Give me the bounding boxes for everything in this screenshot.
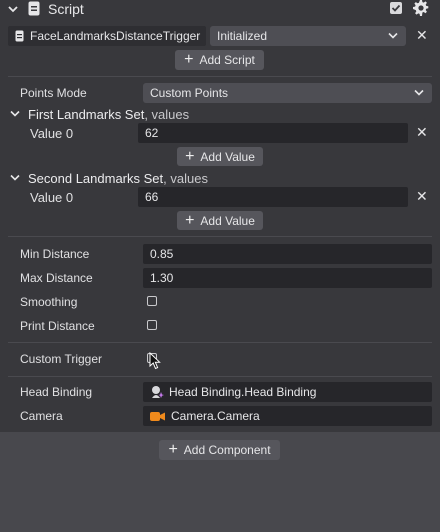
first-set-value-input[interactable]: 62 xyxy=(138,123,408,143)
collapse-chevron-icon[interactable] xyxy=(8,4,18,14)
max-distance-value: 1.30 xyxy=(150,271,174,285)
smoothing-checkbox[interactable] xyxy=(147,296,157,306)
print-distance-label: Print Distance xyxy=(20,319,95,333)
points-mode-select[interactable]: Custom Points xyxy=(143,83,432,103)
min-distance-label: Min Distance xyxy=(20,247,90,261)
script-status-select[interactable]: Initialized xyxy=(210,26,406,46)
plus-icon: + xyxy=(184,51,194,68)
first-set-value: 62 xyxy=(145,126,159,140)
first-set-value-label: Value 0 xyxy=(30,126,74,141)
second-set-value-label: Value 0 xyxy=(30,190,74,205)
checkmark-icon xyxy=(391,4,401,12)
second-landmarks-set-suffix: , values xyxy=(163,171,208,186)
plus-icon: + xyxy=(168,441,178,458)
custom-trigger-label: Custom Trigger xyxy=(20,352,103,366)
add-value-button[interactable]: + Add Value xyxy=(177,147,263,166)
divider xyxy=(8,376,432,377)
enabled-checkbox[interactable] xyxy=(390,2,402,14)
camera-value: Camera.Camera xyxy=(171,409,260,423)
second-landmarks-set-title: Second Landmarks Set xyxy=(28,171,164,186)
first-landmarks-set-header: First Landmarks Set, values xyxy=(28,107,189,122)
script-file-icon xyxy=(28,1,40,16)
max-distance-label: Max Distance xyxy=(20,271,93,285)
second-set-value-input[interactable]: 66 xyxy=(138,187,408,207)
camera-icon xyxy=(150,411,165,421)
second-set-value: 66 xyxy=(145,190,159,204)
add-script-label: Add Script xyxy=(199,53,255,67)
add-value-label: Add Value xyxy=(200,149,255,164)
expand-chevron-icon[interactable] xyxy=(10,110,20,118)
head-binding-icon xyxy=(152,386,164,398)
remove-script-icon[interactable]: ✕ xyxy=(416,27,428,44)
add-value-label: Add Value xyxy=(200,213,255,228)
add-component-label: Add Component xyxy=(183,443,271,457)
add-component-button[interactable]: + Add Component xyxy=(159,440,280,460)
head-binding-value: Head Binding.Head Binding xyxy=(169,385,317,399)
script-status-value: Initialized xyxy=(217,29,268,43)
script-asset-name: FaceLandmarksDistanceTrigger xyxy=(30,29,201,43)
head-binding-label: Head Binding xyxy=(20,385,93,399)
plus-icon: + xyxy=(185,147,195,165)
script-asset-field[interactable]: FaceLandmarksDistanceTrigger xyxy=(8,26,206,46)
chevron-down-icon xyxy=(414,89,424,96)
chevron-down-icon xyxy=(388,32,398,39)
remove-value-icon[interactable]: ✕ xyxy=(416,124,428,141)
print-distance-checkbox[interactable] xyxy=(147,320,157,330)
smoothing-label: Smoothing xyxy=(20,295,78,309)
camera-field[interactable]: Camera.Camera xyxy=(143,406,432,426)
max-distance-input[interactable]: 1.30 xyxy=(143,268,432,288)
first-landmarks-set-suffix: , values xyxy=(144,107,190,122)
script-file-icon xyxy=(15,30,24,42)
plus-icon: + xyxy=(185,211,195,229)
remove-value-icon[interactable]: ✕ xyxy=(416,188,428,205)
min-distance-input[interactable]: 0.85 xyxy=(143,244,432,264)
mouse-cursor-icon xyxy=(149,352,161,370)
add-script-button[interactable]: + Add Script xyxy=(175,50,264,70)
component-title: Script xyxy=(48,1,84,17)
expand-chevron-icon[interactable] xyxy=(10,174,20,182)
divider xyxy=(8,342,432,343)
second-landmarks-set-header: Second Landmarks Set, values xyxy=(28,171,208,186)
head-binding-field[interactable]: Head Binding.Head Binding xyxy=(143,382,432,402)
add-value-button[interactable]: + Add Value xyxy=(177,211,263,230)
first-landmarks-set-title: First Landmarks Set xyxy=(28,107,145,122)
min-distance-value: 0.85 xyxy=(150,247,174,261)
points-mode-value: Custom Points xyxy=(150,86,229,100)
points-mode-label: Points Mode xyxy=(20,86,87,100)
settings-gear-icon[interactable] xyxy=(413,0,429,16)
divider xyxy=(8,76,432,77)
camera-label: Camera xyxy=(20,409,63,423)
divider xyxy=(8,236,432,237)
